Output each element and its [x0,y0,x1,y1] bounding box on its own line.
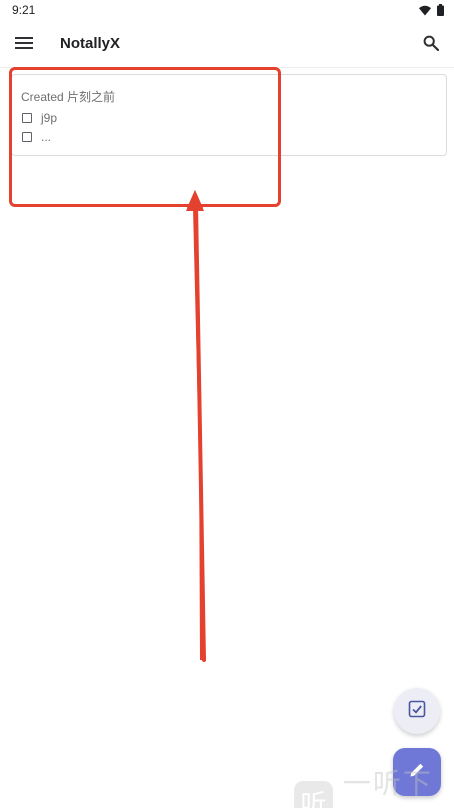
search-button[interactable] [418,32,444,58]
status-time: 9:21 [12,3,36,17]
status-icons [419,3,444,21]
watermark-badge: 听 [294,781,333,808]
wifi-icon [419,3,431,21]
annotation-highlight-box [9,67,281,207]
app-bar: NotallyX [0,22,454,68]
menu-button[interactable] [10,32,38,58]
watermark-text: 一听下载 [342,768,433,799]
new-checklist-button[interactable] [394,688,440,734]
app-title: NotallyX [60,35,121,52]
battery-icon [437,3,444,21]
hamburger-menu-icon [15,36,33,55]
watermark: 听 一听下载 [294,762,454,808]
status-bar: 9:21 [0,0,454,22]
search-icon [423,35,440,56]
checklist-icon [408,700,426,723]
